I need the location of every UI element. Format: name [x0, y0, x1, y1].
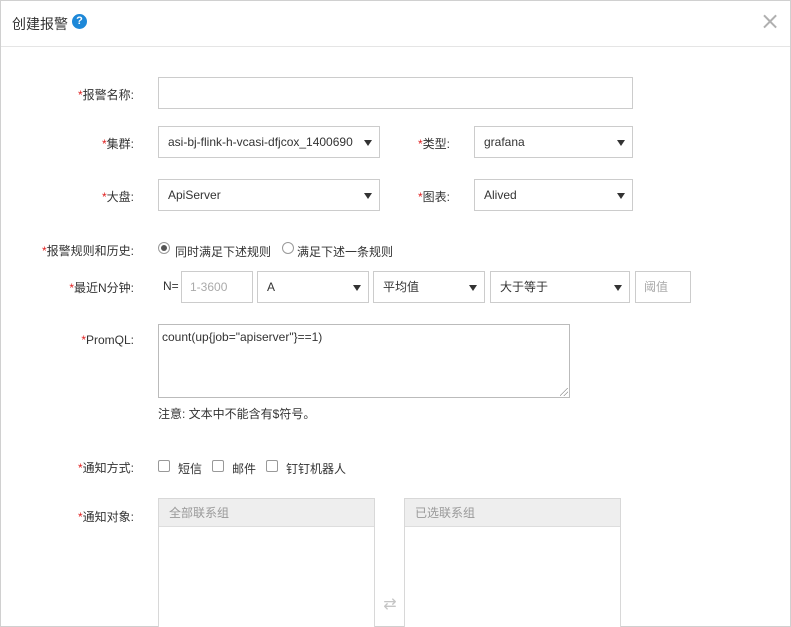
recent-n-label: *最近N分钟: [69, 281, 134, 295]
checkbox-dingtalk-label[interactable]: 钉钉机器人 [286, 460, 346, 477]
series-select[interactable]: A [257, 271, 369, 303]
chevron-down-icon [364, 140, 372, 146]
operator-select[interactable]: 大于等于 [490, 271, 630, 303]
chevron-down-icon [617, 193, 625, 199]
chevron-down-icon [353, 285, 361, 291]
chevron-down-icon [614, 285, 622, 291]
series-select-value: A [267, 280, 276, 294]
radio-any-rule-label[interactable]: 满足下述一条规则 [297, 243, 393, 260]
dashboard-label: *大盘: [101, 190, 134, 204]
all-groups-list[interactable]: 全部联系组 [158, 498, 375, 627]
notify-method-label: *通知方式: [77, 461, 134, 475]
chevron-down-icon [364, 193, 372, 199]
minutes-input[interactable]: 1-3600 [181, 271, 253, 303]
chart-label: *图表: [417, 190, 450, 204]
resize-grip-icon[interactable] [560, 388, 568, 396]
cluster-select-value: asi-bj-flink-h-vcasi-dfjcox_1400690 [168, 135, 353, 149]
alert-name-input[interactable] [158, 77, 633, 109]
help-icon[interactable]: ? [72, 14, 87, 29]
type-select[interactable]: grafana [474, 126, 633, 158]
threshold-input[interactable]: 阈值 [635, 271, 691, 303]
chart-select[interactable]: Alived [474, 179, 633, 211]
aggregation-select-value: 平均值 [383, 280, 420, 294]
chevron-down-icon [469, 285, 477, 291]
close-icon[interactable]: × [760, 9, 780, 33]
radio-all-rules-label[interactable]: 同时满足下述规则 [175, 243, 271, 260]
all-groups-header: 全部联系组 [159, 499, 374, 527]
rules-history-label: *报警规则和历史: [41, 244, 134, 258]
type-select-value: grafana [484, 135, 525, 149]
notify-target-label: *通知对象: [77, 510, 134, 524]
operator-select-value: 大于等于 [500, 280, 549, 294]
radio-any-rule[interactable] [282, 242, 294, 254]
dialog-title: 创建报警 [12, 16, 68, 32]
promql-label: *PromQL: [81, 333, 134, 347]
dialog-header: 创建报警 ? × [1, 1, 790, 47]
transfer-icon[interactable]: ⇄ [381, 595, 399, 613]
create-alert-dialog: 创建报警 ? × *报警名称: *集群: asi-bj-flink-h-vcas… [0, 0, 791, 627]
checkbox-email-label[interactable]: 邮件 [232, 460, 256, 477]
alert-name-label: *报警名称: [77, 88, 134, 102]
checkbox-sms[interactable] [158, 460, 170, 472]
chart-select-value: Alived [484, 188, 517, 202]
promql-note: 注意: 文本中不能含有$符号。 [158, 407, 316, 421]
selected-groups-list[interactable]: 已选联系组 [404, 498, 621, 627]
radio-all-rules[interactable] [158, 242, 170, 254]
cluster-label: *集群: [101, 137, 134, 151]
checkbox-sms-label[interactable]: 短信 [178, 460, 202, 477]
chevron-down-icon [617, 140, 625, 146]
promql-text: count(up{job="apiserver"}==1) [162, 330, 323, 344]
type-label: *类型: [417, 137, 450, 151]
selected-groups-header: 已选联系组 [405, 499, 620, 527]
cluster-select[interactable]: asi-bj-flink-h-vcasi-dfjcox_1400690 [158, 126, 380, 158]
checkbox-dingtalk[interactable] [266, 460, 278, 472]
n-prefix: N= [163, 279, 179, 293]
promql-textarea[interactable]: count(up{job="apiserver"}==1) [158, 324, 570, 398]
aggregation-select[interactable]: 平均值 [373, 271, 485, 303]
dashboard-select[interactable]: ApiServer [158, 179, 380, 211]
dashboard-select-value: ApiServer [168, 188, 221, 202]
checkbox-email[interactable] [212, 460, 224, 472]
